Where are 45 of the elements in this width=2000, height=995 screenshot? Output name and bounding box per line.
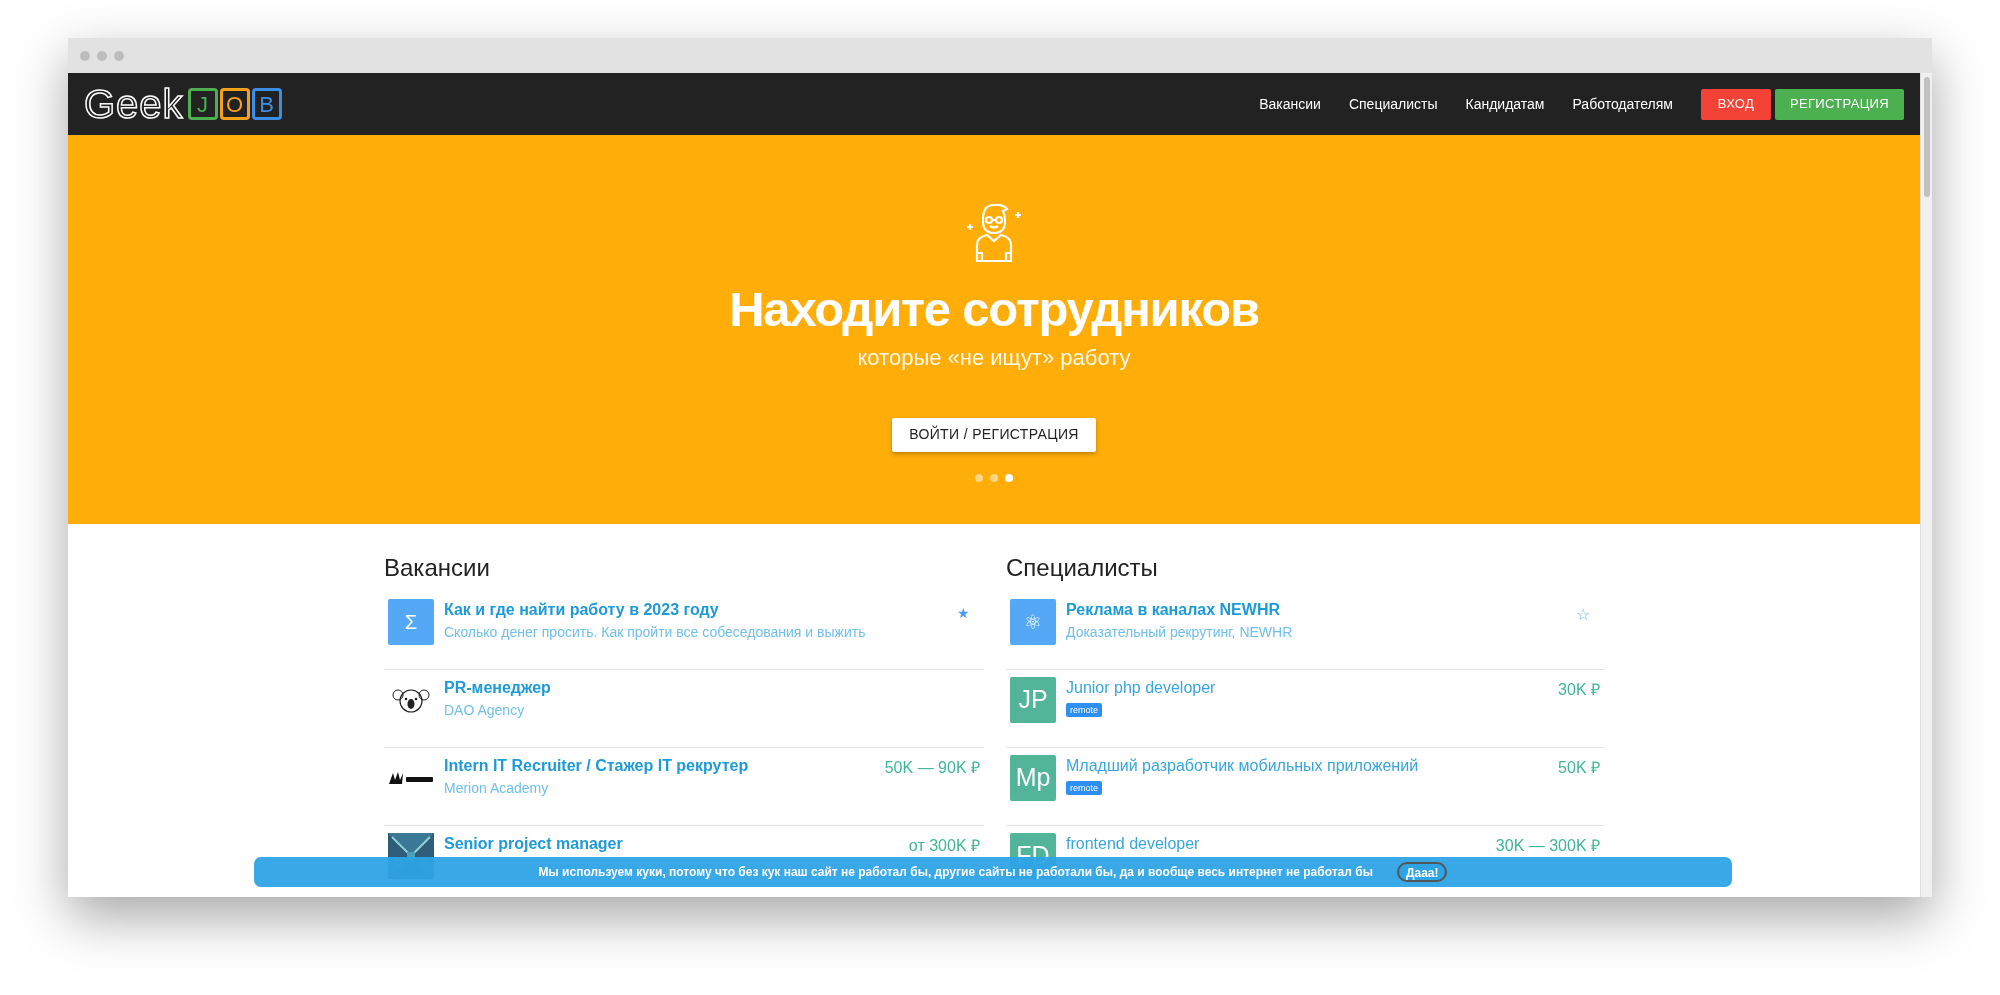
logo-wordmark[interactable]: Geek [84, 84, 184, 124]
salary-label: 30K ₽ [1558, 680, 1600, 701]
remote-tag: remote [1066, 703, 1102, 718]
remote-tag: remote [1066, 781, 1102, 796]
listing-title-link[interactable]: Младший разработчик мобильных приложений [1066, 755, 1549, 778]
listing-title-link[interactable]: Как и где найти работу в 2023 году [444, 599, 947, 622]
star-icon[interactable]: ★ [957, 599, 980, 625]
salary-label: 50K ₽ [1558, 758, 1600, 779]
accept-cookies-button[interactable]: Дааа! [1396, 862, 1448, 882]
avatar: JP [1010, 677, 1056, 724]
hero-subtitle: которые «не ищут» работу [857, 343, 1131, 372]
listing-subtitle: Merion Academy [444, 779, 550, 799]
salary-label: от 300K ₽ [908, 836, 980, 857]
logo-letter: B [251, 88, 282, 120]
logo-letter: J [187, 88, 218, 120]
section-heading: Специалисты [1006, 553, 1159, 583]
star-icon[interactable]: ☆ [1576, 599, 1600, 628]
login-register-button[interactable]: ВОЙТИ / РЕГИСТРАЦИЯ [892, 417, 1096, 452]
listing-subtitle: Сколько денег просить. Как пройти все собеседования и выжить [444, 623, 867, 643]
listing-title-link[interactable]: Intern IT Recruiter / Стажер IT рекрутер [444, 755, 875, 778]
nav-link[interactable]: Специалисты [1348, 93, 1438, 115]
listing-title-link[interactable]: PR-менеджер [444, 677, 980, 700]
hero-title: Находите сотрудников [729, 283, 1259, 337]
avatar: ⚛ [1010, 599, 1056, 646]
listing-subtitle: DAO Agency [444, 701, 526, 721]
window-control-icon[interactable] [114, 50, 124, 61]
nav-link[interactable]: Вакансии [1259, 93, 1321, 115]
salary-label: 30K — 300K ₽ [1495, 836, 1600, 857]
avatar: Σ [388, 599, 434, 646]
listing-title-link[interactable]: frontend developer [1066, 833, 1486, 856]
login-button[interactable]: ВХОД [1700, 88, 1771, 120]
logo-letter: O [219, 88, 250, 120]
listing-title-link[interactable]: Реклама в каналах NEWHR [1066, 599, 1566, 622]
avatar: Mp [1010, 755, 1056, 802]
section-heading: Вакансии [384, 553, 491, 583]
listing-title-link[interactable]: Junior php developer [1066, 677, 1549, 700]
listing-title-link[interactable]: Senior project manager [444, 833, 899, 856]
window-control-icon[interactable] [80, 50, 90, 61]
nav-link[interactable]: Кандидатам [1465, 93, 1545, 115]
salary-label: 50K — 90K ₽ [884, 758, 980, 779]
scrollbar[interactable] [1920, 73, 1932, 897]
nav-link[interactable]: Работодателям [1572, 93, 1673, 115]
listing-subtitle: Доказательный рекрутинг, NEWHR [1066, 623, 1294, 643]
signup-button[interactable]: РЕГИСТРАЦИЯ [1774, 88, 1904, 120]
window-control-icon[interactable] [97, 50, 107, 61]
